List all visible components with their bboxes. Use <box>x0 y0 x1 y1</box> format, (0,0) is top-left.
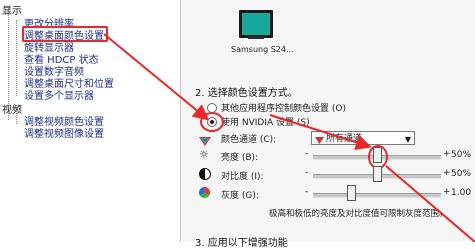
arrow-to-nvidia-radio <box>103 33 210 121</box>
arrow-to-brightness <box>269 114 372 151</box>
arrow-tail <box>385 165 475 242</box>
annotation-arrows <box>103 33 475 242</box>
